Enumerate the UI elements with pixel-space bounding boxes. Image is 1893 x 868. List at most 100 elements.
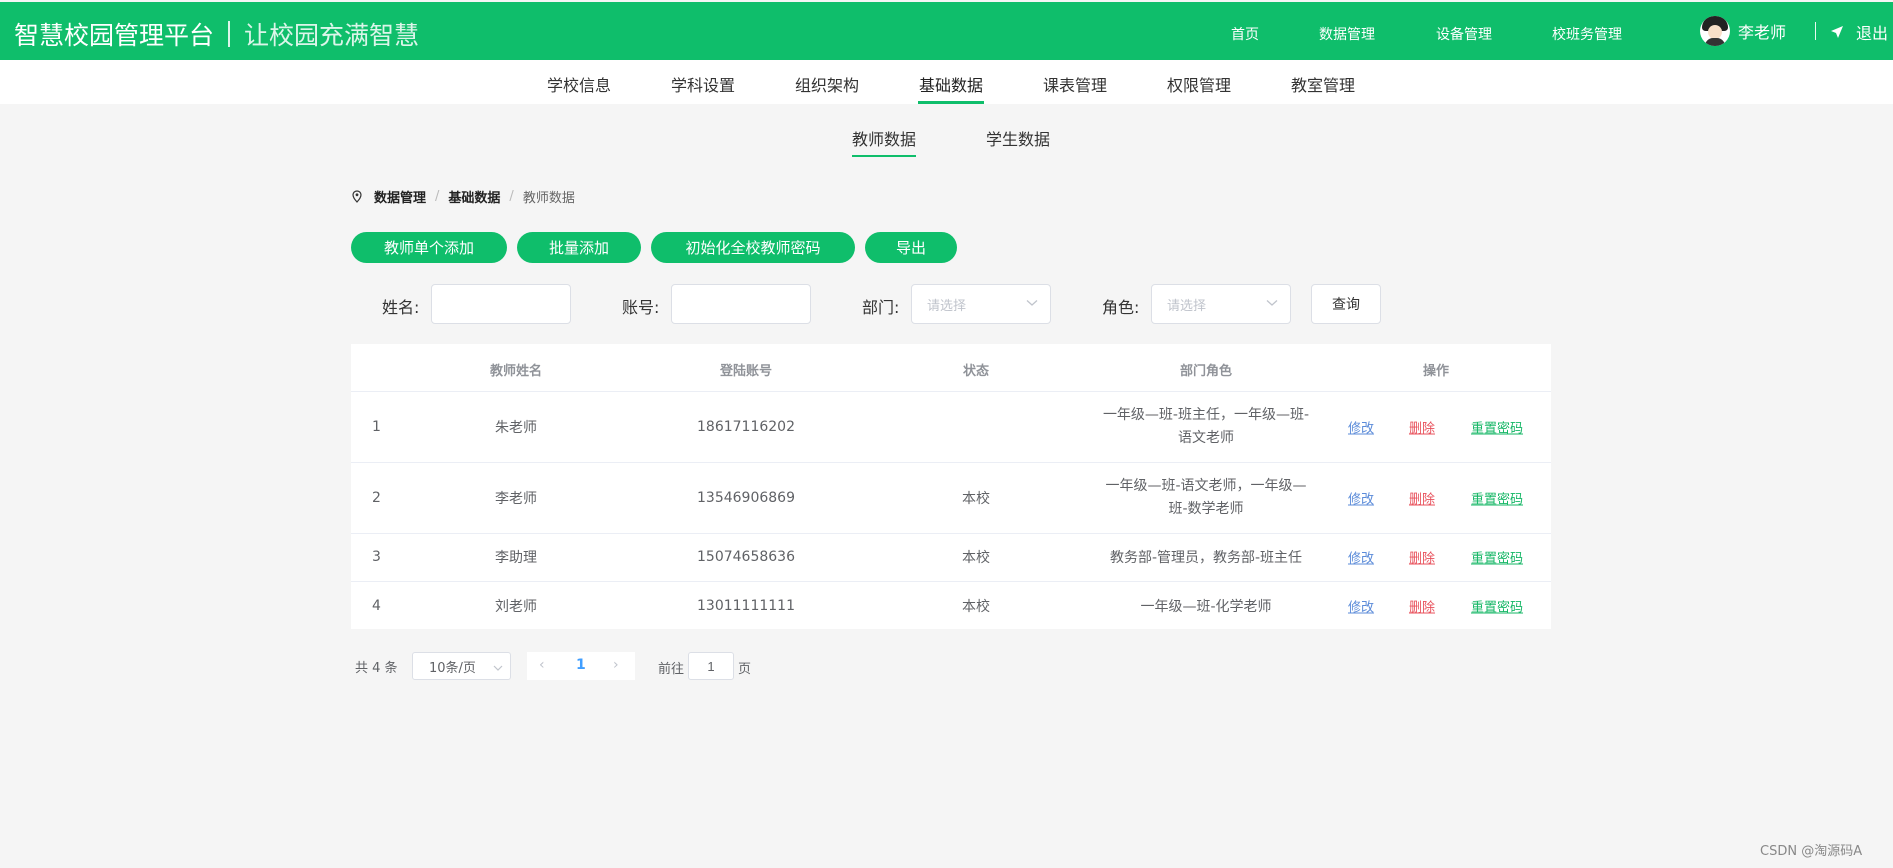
column-header-account: 登陆账号 (719, 364, 773, 379)
teacher-name: 朱老师 (495, 420, 537, 436)
name-input[interactable] (431, 284, 571, 324)
send-icon (1831, 26, 1843, 38)
role-placeholder: 请选择 (1167, 298, 1207, 314)
breadcrumb: 数据管理 / 基础数据 / 教师数据 (352, 187, 575, 206)
sub-navigation: 学校信息 学科设置 组织架构 基础数据 课表管理 权限管理 教室管理 (0, 60, 1893, 104)
logout-label: 退出 (1856, 24, 1889, 43)
user-menu[interactable]: 李老师 (1700, 16, 1786, 46)
batch-add-button[interactable]: 批量添加 (517, 232, 641, 263)
header-divider (1815, 22, 1816, 40)
tab-student-data[interactable]: 学生数据 (986, 126, 1050, 150)
page-size-select[interactable]: 10条/页 (412, 652, 511, 680)
pager: ‹ 1 › (527, 652, 635, 680)
teacher-account: 15074658636 (697, 549, 795, 565)
subnav-classrooms[interactable]: 教室管理 (1291, 72, 1355, 96)
topnav-home[interactable]: 首页 (1231, 24, 1259, 44)
next-page-button[interactable]: › (613, 657, 619, 673)
topnav-class-management[interactable]: 校班务管理 (1552, 24, 1622, 44)
subnav-subject-settings[interactable]: 学科设置 (671, 72, 735, 96)
avatar (1700, 16, 1730, 46)
goto-label: 前往 (658, 662, 685, 677)
name-label: 姓名: (382, 298, 420, 317)
add-single-teacher-button[interactable]: 教师单个添加 (351, 232, 507, 263)
teacher-roles: 教务部-管理员，教务部-班主任 (1109, 550, 1303, 566)
brand-slogan: 让校园充满智慧 (244, 21, 420, 50)
row-index: 1 (372, 419, 381, 435)
delete-link[interactable]: 删除 (1409, 489, 1435, 508)
teacher-name: 李助理 (495, 550, 537, 566)
location-pin-icon (352, 190, 362, 203)
department-select[interactable]: 请选择 (911, 284, 1051, 324)
subnav-timetable[interactable]: 课表管理 (1043, 72, 1107, 96)
column-header-actions: 操作 (1422, 364, 1450, 379)
account-input[interactable] (671, 284, 811, 324)
tab-teacher-data[interactable]: 教师数据 (852, 126, 916, 150)
edit-link[interactable]: 修改 (1348, 597, 1374, 616)
role-select[interactable]: 请选择 (1151, 284, 1291, 324)
teacher-name: 李老师 (495, 491, 537, 507)
breadcrumb-teacher-data: 教师数据 (522, 191, 575, 206)
reset-password-link[interactable]: 重置密码 (1471, 548, 1523, 567)
subnav-org-structure[interactable]: 组织架构 (795, 72, 859, 96)
table-row: 3 李助理 15074658636 本校 教务部-管理员，教务部-班主任 修改 … (351, 533, 1551, 581)
teacher-roles: 一年级—班-化学老师 (1140, 599, 1272, 615)
top-header: 智慧校园管理平台 让校园充满智慧 首页 数据管理 设备管理 校班务管理 李老师 … (0, 2, 1893, 60)
pagination-total: 共 4 条 (355, 661, 398, 676)
department-label: 部门: (862, 298, 900, 317)
table-row: 4 刘老师 13011111111 本校 一年级—班-化学老师 修改 删除 重置… (351, 581, 1551, 629)
prev-page-button[interactable]: ‹ (539, 657, 545, 673)
row-index: 3 (372, 549, 381, 565)
teacher-table: 教师姓名 登陆账号 状态 部门角色 操作 1 朱老师 18617116202 一… (351, 344, 1551, 629)
column-header-status: 状态 (962, 364, 990, 379)
breadcrumb-basic-data[interactable]: 基础数据 (448, 187, 500, 206)
subnav-permissions[interactable]: 权限管理 (1167, 72, 1231, 96)
breadcrumb-data-management[interactable]: 数据管理 (374, 187, 426, 206)
edit-link[interactable]: 修改 (1348, 418, 1374, 437)
reset-all-passwords-button[interactable]: 初始化全校教师密码 (651, 232, 855, 263)
teacher-status: 本校 (962, 491, 990, 507)
delete-link[interactable]: 删除 (1409, 548, 1435, 567)
user-name: 李老师 (1738, 23, 1787, 42)
brand-title: 智慧校园管理平台 (14, 21, 215, 50)
page-suffix: 页 (738, 662, 752, 677)
brand-separator (228, 21, 231, 47)
breadcrumb-separator: / (435, 189, 440, 204)
chevron-down-icon (493, 665, 503, 671)
subnav-active-indicator (918, 101, 984, 104)
column-header-name: 教师姓名 (489, 364, 543, 379)
teacher-status: 本校 (962, 599, 990, 615)
breadcrumb-separator: / (509, 189, 514, 204)
delete-link[interactable]: 删除 (1409, 597, 1435, 616)
current-page[interactable]: 1 (576, 657, 586, 673)
chevron-down-icon (1026, 300, 1038, 306)
column-header-roles: 部门角色 (1179, 364, 1233, 379)
department-placeholder: 请选择 (927, 298, 967, 314)
edit-link[interactable]: 修改 (1348, 548, 1374, 567)
subnav-basic-data[interactable]: 基础数据 (919, 72, 983, 96)
logout-button[interactable]: 退出 (1830, 20, 1888, 44)
teacher-account: 18617116202 (697, 419, 795, 435)
row-index: 4 (372, 598, 381, 614)
chevron-down-icon (1266, 300, 1278, 306)
delete-link[interactable]: 删除 (1409, 418, 1435, 437)
row-index: 2 (372, 490, 381, 506)
edit-link[interactable]: 修改 (1348, 489, 1374, 508)
reset-password-link[interactable]: 重置密码 (1471, 418, 1523, 437)
teacher-account: 13546906869 (697, 490, 795, 506)
query-button[interactable]: 查询 (1311, 284, 1381, 324)
goto-page-input[interactable] (688, 652, 734, 680)
topnav-data-management[interactable]: 数据管理 (1319, 24, 1375, 44)
role-label: 角色: (1102, 298, 1140, 317)
watermark: CSDN @淘源码A (1760, 844, 1863, 859)
subnav-school-info[interactable]: 学校信息 (547, 72, 611, 96)
reset-password-link[interactable]: 重置密码 (1471, 489, 1523, 508)
reset-password-link[interactable]: 重置密码 (1471, 597, 1523, 616)
table-row: 2 李老师 13546906869 本校 一年级—班-语文老师，一年级—班-数学… (351, 462, 1551, 533)
table-row: 1 朱老师 18617116202 一年级—班-班主任，一年级—班-语文老师 修… (351, 391, 1551, 462)
brand: 智慧校园管理平台 让校园充满智慧 (14, 16, 419, 52)
page-size-value: 10条/页 (429, 660, 476, 676)
tab-active-indicator (852, 155, 916, 157)
teacher-account: 13011111111 (697, 598, 795, 614)
export-button[interactable]: 导出 (865, 232, 957, 263)
topnav-device-management[interactable]: 设备管理 (1436, 24, 1492, 44)
